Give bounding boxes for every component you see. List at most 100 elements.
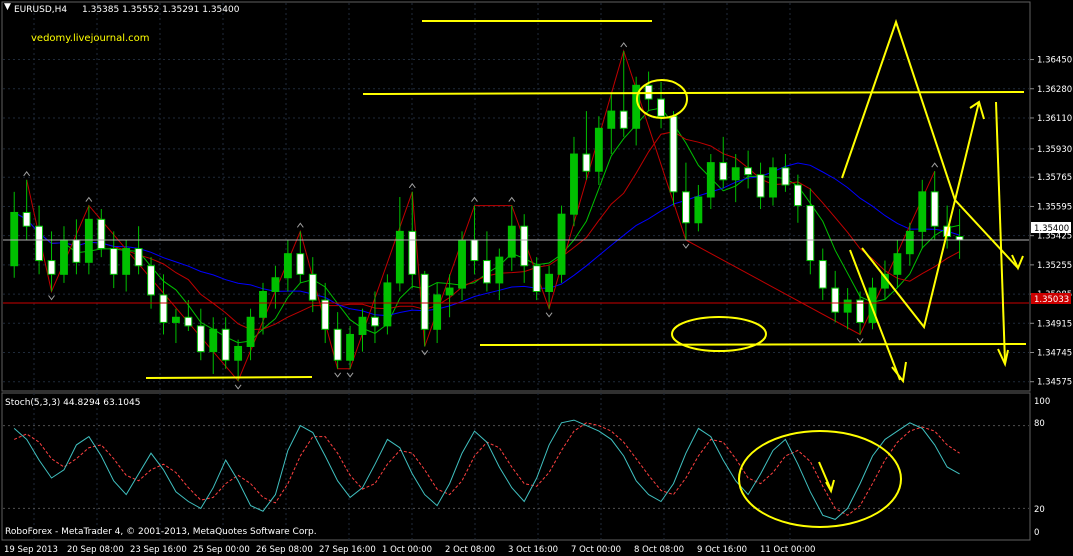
candle-body bbox=[918, 191, 927, 232]
candle-body bbox=[570, 153, 578, 215]
metatrader-chart-window[interactable]: 1.36450 1.36280 1.36110 1.35930 1.35765 1.355… bbox=[0, 0, 1073, 556]
candle-body bbox=[196, 325, 205, 353]
candle-body bbox=[408, 230, 417, 275]
y-tick-label: 1.35930 bbox=[1037, 145, 1072, 155]
candle-body bbox=[147, 265, 155, 296]
watermark: vedomy.livejournal.com bbox=[31, 33, 150, 44]
candle-body bbox=[545, 273, 554, 292]
candle-body bbox=[930, 191, 939, 227]
candle-body bbox=[296, 253, 305, 275]
stoch-level-100: 100 bbox=[1034, 397, 1050, 407]
candle-body bbox=[843, 299, 852, 313]
candle-body bbox=[159, 294, 168, 323]
candle-body bbox=[433, 294, 442, 330]
stoch-level-80: 80 bbox=[1034, 419, 1045, 429]
stoch-level-0: 0 bbox=[1034, 528, 1039, 538]
candle-body bbox=[694, 196, 703, 224]
candle-body bbox=[209, 328, 218, 353]
marked-price-label: 1.35033 bbox=[1034, 295, 1069, 305]
candle-body bbox=[445, 287, 454, 296]
candle-body bbox=[744, 167, 753, 176]
stoch-label: Stoch(5,3,3) 44.8294 63.1045 bbox=[5, 398, 140, 408]
symbol-dropdown-icon[interactable]: ▼ bbox=[4, 2, 11, 12]
y-tick-label: 1.34575 bbox=[1037, 378, 1072, 388]
candle-body bbox=[10, 211, 19, 267]
candle-body bbox=[358, 316, 367, 335]
candle-body bbox=[72, 239, 81, 263]
candle-body bbox=[60, 239, 68, 275]
stoch-level-20: 20 bbox=[1034, 505, 1045, 515]
y-tick-label: 1.34915 bbox=[1037, 319, 1072, 329]
candle-body bbox=[682, 191, 690, 224]
candle-body bbox=[582, 153, 591, 172]
candle-body bbox=[706, 162, 715, 198]
y-tick-label: 1.36450 bbox=[1037, 56, 1072, 66]
candle-body bbox=[520, 225, 529, 267]
candle-body bbox=[769, 167, 777, 198]
candle-body bbox=[184, 316, 193, 327]
candle-body bbox=[594, 127, 603, 172]
candle-body bbox=[383, 282, 392, 327]
candle-body bbox=[905, 230, 914, 255]
bottom-support-line bbox=[145, 376, 313, 379]
x-tick-label: 8 Oct 08:00 bbox=[634, 545, 684, 555]
candle-body bbox=[283, 253, 292, 279]
candle-body bbox=[234, 345, 243, 361]
candle-body bbox=[371, 316, 379, 327]
candle-body bbox=[532, 265, 541, 292]
candle-body bbox=[308, 273, 317, 301]
y-tick-label: 1.35765 bbox=[1037, 173, 1072, 183]
x-tick-label: 3 Oct 16:00 bbox=[508, 545, 558, 555]
candle-body bbox=[893, 253, 902, 275]
candle-body bbox=[619, 110, 628, 129]
copyright-text: RoboForex - MetaTrader 4, © 2001-2013, M… bbox=[5, 527, 317, 537]
symbol-label: EURUSD,H4 bbox=[14, 5, 67, 15]
x-tick-label: 11 Oct 00:00 bbox=[760, 545, 815, 555]
candle-body bbox=[831, 287, 840, 313]
candle-body bbox=[806, 205, 815, 262]
candle-body bbox=[458, 239, 466, 289]
candle-body bbox=[669, 115, 678, 193]
candle-body bbox=[35, 225, 44, 262]
candle-body bbox=[172, 316, 180, 323]
y-tick-label: 1.36110 bbox=[1037, 114, 1072, 124]
candle-body bbox=[84, 218, 93, 263]
candle-body bbox=[756, 174, 765, 198]
ohlc-values: 1.35385 1.35552 1.35291 1.35400 bbox=[82, 5, 240, 15]
candle-body bbox=[134, 248, 143, 267]
candle-body bbox=[731, 167, 740, 181]
candle-body bbox=[781, 167, 790, 186]
candle-body bbox=[333, 328, 342, 361]
candle-body bbox=[420, 273, 429, 330]
x-tick-label: 1 Oct 00:00 bbox=[382, 545, 432, 555]
candle-body bbox=[507, 225, 516, 258]
x-tick-label: 2 Oct 08:00 bbox=[445, 545, 495, 555]
candle-body bbox=[657, 98, 665, 117]
x-tick-label: 9 Oct 16:00 bbox=[697, 545, 747, 555]
candle-body bbox=[346, 333, 354, 361]
candle-body bbox=[482, 260, 491, 284]
candle-body bbox=[607, 110, 616, 129]
x-tick-label: 20 Sep 08:00 bbox=[67, 545, 124, 555]
candle-body bbox=[395, 230, 404, 284]
candle-body bbox=[221, 328, 230, 361]
candle-body bbox=[955, 236, 964, 241]
candle-body bbox=[495, 256, 504, 284]
candle-body bbox=[22, 211, 31, 227]
y-tick-label: 1.35255 bbox=[1037, 261, 1072, 271]
y-tick-label: 1.36280 bbox=[1037, 85, 1072, 95]
candle-body bbox=[47, 260, 56, 275]
x-tick-label: 27 Sep 16:00 bbox=[319, 545, 376, 555]
x-tick-label: 23 Sep 16:00 bbox=[130, 545, 187, 555]
x-tick-label: 7 Oct 00:00 bbox=[571, 545, 621, 555]
current-price-label: 1.35400 bbox=[1034, 224, 1069, 234]
candle-body bbox=[818, 260, 827, 289]
candle-body bbox=[122, 248, 131, 275]
candle-body bbox=[246, 316, 255, 347]
candle-body bbox=[557, 213, 566, 275]
y-tick-label: 1.34745 bbox=[1037, 348, 1072, 358]
x-tick-label: 19 Sep 2013 bbox=[4, 545, 58, 555]
candle-body bbox=[470, 239, 479, 262]
x-tick-label: 26 Sep 08:00 bbox=[256, 545, 313, 555]
candle-body bbox=[259, 291, 267, 318]
